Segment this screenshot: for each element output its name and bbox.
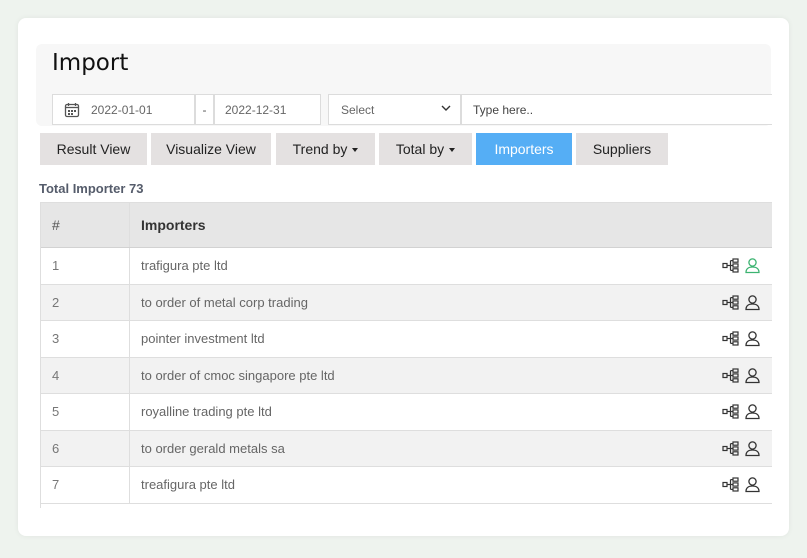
row-actions [722, 367, 761, 384]
tab-total-by[interactable]: Total by [379, 133, 472, 165]
caret-down-icon [449, 148, 456, 152]
table-row[interactable]: 5 royalline trading pte ltd [41, 393, 772, 431]
importer-name[interactable]: to order of cmoc singapore pte ltd [141, 368, 335, 383]
row-number: 2 [41, 284, 130, 321]
tab-trend-by[interactable]: Trend by [276, 133, 375, 165]
table-row[interactable]: 4 to order of cmoc singapore pte ltd [41, 357, 772, 394]
importer-cell: to order gerald metals sa [129, 430, 772, 467]
table-row[interactable]: 3 pointer investment ltd [41, 320, 772, 358]
hierarchy-icon[interactable] [722, 258, 739, 273]
importer-cell: trafigura pte ltd [129, 247, 772, 285]
importer-name[interactable]: to order of metal corp trading [141, 295, 308, 310]
date-separator: - [195, 94, 214, 125]
total-importer-count: Total Importer 73 [39, 181, 144, 196]
hierarchy-icon[interactable] [722, 368, 739, 383]
calendar-icon[interactable] [57, 102, 87, 118]
importer-name[interactable]: treafigura pte ltd [141, 477, 235, 492]
hierarchy-icon[interactable] [722, 295, 739, 310]
row-number: 7 [41, 466, 130, 504]
row-actions [722, 476, 761, 493]
column-header-importers: Importers [129, 202, 772, 248]
select-value: Select [341, 102, 375, 117]
table-row[interactable]: 7 treafigura pte ltd [41, 466, 772, 504]
hierarchy-icon[interactable] [722, 441, 739, 456]
importer-cell: royalline trading pte ltd [129, 393, 772, 431]
category-select[interactable]: Select [328, 94, 461, 125]
user-icon[interactable] [744, 294, 761, 311]
hierarchy-icon[interactable] [722, 404, 739, 419]
importer-cell: to order of metal corp trading [129, 284, 772, 321]
user-icon[interactable] [744, 330, 761, 347]
table-row[interactable]: 1 trafigura pte ltd [41, 247, 772, 285]
tab-visualize-view[interactable]: Visualize View [151, 133, 271, 165]
importer-cell: pointer investment ltd [129, 320, 772, 358]
row-number: 1 [41, 247, 130, 285]
user-icon[interactable] [744, 367, 761, 384]
user-icon[interactable] [744, 403, 761, 420]
table-row[interactable]: 6 to order gerald metals sa [41, 430, 772, 467]
importer-cell: to order of cmoc singapore pte ltd [129, 357, 772, 394]
hierarchy-icon[interactable] [722, 331, 739, 346]
importer-name[interactable]: pointer investment ltd [141, 331, 265, 346]
filter-bar: 2022-01-01 - 2022-12-31 Select [52, 94, 772, 126]
table-row[interactable]: 2 to order of metal corp trading [41, 284, 772, 321]
search-input[interactable] [471, 101, 765, 118]
table-header-row: # Importers [41, 202, 772, 248]
hierarchy-icon[interactable] [722, 477, 739, 492]
row-number: 3 [41, 320, 130, 358]
row-number: 4 [41, 357, 130, 394]
date-from-value: 2022-01-01 [91, 102, 153, 117]
search-field[interactable] [461, 94, 772, 125]
importer-name[interactable]: trafigura pte ltd [141, 258, 228, 273]
row-number: 5 [41, 393, 130, 431]
row-actions [722, 330, 761, 347]
row-actions [722, 294, 761, 311]
page-title: Import [52, 50, 129, 76]
tab-importers[interactable]: Importers [476, 133, 572, 165]
date-to-field[interactable]: 2022-12-31 [214, 94, 321, 125]
importer-name[interactable]: royalline trading pte ltd [141, 404, 272, 419]
tab-result-view[interactable]: Result View [40, 133, 147, 165]
chevron-down-icon [440, 102, 452, 117]
row-actions [722, 403, 761, 420]
tab-suppliers[interactable]: Suppliers [576, 133, 668, 165]
date-from-field[interactable]: 2022-01-01 [52, 94, 195, 125]
column-header-number: # [41, 202, 130, 248]
importers-table: # Importers 1 trafigura pte ltd 2 to order … [40, 202, 772, 508]
user-icon[interactable] [744, 440, 761, 457]
row-actions [722, 257, 761, 274]
user-icon[interactable] [744, 476, 761, 493]
row-actions [722, 440, 761, 457]
row-number: 6 [41, 430, 130, 467]
importer-name[interactable]: to order gerald metals sa [141, 441, 285, 456]
importer-cell: treafigura pte ltd [129, 466, 772, 504]
caret-down-icon [352, 148, 359, 152]
user-icon[interactable] [744, 257, 761, 274]
